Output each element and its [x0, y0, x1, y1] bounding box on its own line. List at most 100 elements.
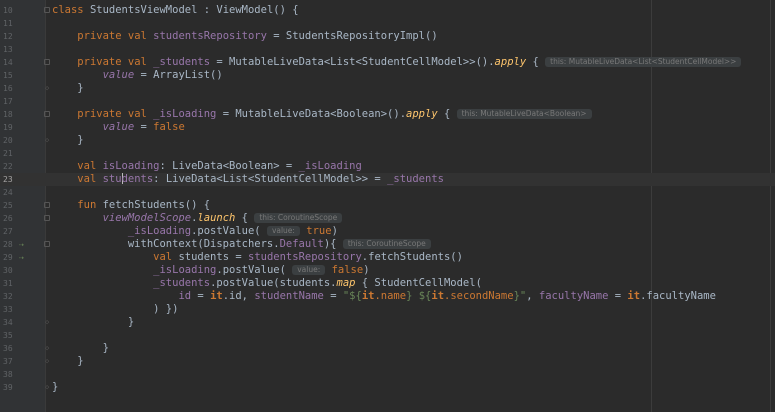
code-text[interactable]: } — [52, 355, 83, 368]
code-line[interactable]: 39 ◇} — [0, 381, 775, 394]
code-line[interactable]: 25 fun fetchStudents() { — [0, 199, 775, 212]
code-text[interactable]: value = ArrayList() — [52, 69, 223, 82]
suspend-call-icon[interactable]: ⇢ — [19, 253, 24, 262]
code-token: withContext(Dispatchers. — [52, 238, 280, 250]
inlay-hint[interactable]: this: CoroutineScope — [342, 239, 431, 249]
code-text[interactable]: _isLoading.postValue( value: false) — [52, 264, 369, 277]
line-number: 22 — [3, 162, 13, 171]
code-token: = MutableLiveData<Boolean>(). — [216, 108, 407, 120]
code-text[interactable]: withContext(Dispatchers.Default){ this: … — [52, 238, 431, 251]
code-text[interactable]: private val _students = MutableLiveData<… — [52, 56, 742, 69]
line-number: 36 — [3, 344, 13, 353]
code-token: _isLoading — [298, 160, 362, 172]
line-number: 13 — [3, 45, 13, 54]
code-text[interactable]: val students: LiveData<List<StudentCellM… — [52, 173, 444, 186]
fold-toggle-icon[interactable] — [44, 111, 50, 117]
fold-end-icon[interactable]: ◇ — [45, 84, 49, 92]
code-text[interactable]: } — [52, 134, 83, 147]
code-line[interactable]: 12 private val studentsRepository = Stud… — [0, 30, 775, 43]
code-text[interactable]: fun fetchStudents() { — [52, 199, 210, 212]
code-text[interactable]: } — [52, 316, 134, 329]
fold-toggle-icon[interactable] — [44, 7, 50, 13]
fold-end-icon[interactable]: ◇ — [45, 136, 49, 144]
code-token: } — [52, 342, 109, 354]
code-text[interactable]: } — [52, 381, 58, 394]
code-line[interactable]: 37 ◇ } — [0, 355, 775, 368]
code-line[interactable]: 32 id = it.id, studentName = "${it.name}… — [0, 290, 775, 303]
code-line[interactable]: 33 ) }) — [0, 303, 775, 316]
fold-end-icon[interactable]: ◇ — [45, 357, 49, 365]
code-token: .id, — [222, 290, 255, 302]
code-line[interactable]: 10 class StudentsViewModel : ViewModel() … — [0, 4, 775, 17]
code-token: students = — [178, 251, 248, 263]
code-line[interactable]: 14 private val _students = MutableLiveDa… — [0, 56, 775, 69]
code-text[interactable]: viewModelScope.launch { this: CoroutineS… — [52, 212, 343, 225]
code-line[interactable]: 18 private val _isLoading = MutableLiveD… — [0, 108, 775, 121]
code-line[interactable]: 11 — [0, 17, 775, 30]
code-text[interactable]: val isLoading: LiveData<Boolean> = _isLo… — [52, 160, 362, 173]
code-line[interactable]: 27 _isLoading.postValue( value: true) — [0, 225, 775, 238]
code-text[interactable]: val students = studentsRepository.fetchS… — [52, 251, 463, 264]
fold-end-icon[interactable]: ◇ — [45, 318, 49, 326]
code-line[interactable]: 35 — [0, 329, 775, 342]
code-token: fun — [77, 199, 103, 211]
code-token: { — [235, 212, 255, 224]
code-token: ) }) — [52, 303, 179, 315]
code-text[interactable]: ) }) — [52, 303, 178, 316]
code-line[interactable]: 20 ◇ } — [0, 134, 775, 147]
code-token: private val — [77, 56, 154, 68]
code-line-current[interactable]: 23 val students: LiveData<List<StudentCe… — [0, 173, 775, 186]
code-token: launch — [197, 212, 236, 224]
fold-toggle-icon[interactable] — [44, 202, 50, 208]
code-line[interactable]: 15 value = ArrayList() — [0, 69, 775, 82]
line-number: 10 — [3, 6, 13, 15]
line-number: 16 — [3, 84, 13, 93]
inlay-hint[interactable]: this: CoroutineScope — [254, 213, 343, 223]
code-line[interactable]: 19 value = false — [0, 121, 775, 134]
code-line[interactable]: 28 ⇢ withContext(Dispatchers.Default){ th… — [0, 238, 775, 251]
code-token: } ${ — [406, 290, 432, 302]
code-token: val — [77, 160, 103, 172]
code-line[interactable]: 34 ◇ } — [0, 316, 775, 329]
suspend-call-icon[interactable]: ⇢ — [19, 240, 24, 249]
code-line[interactable]: 16 ◇ } — [0, 82, 775, 95]
code-line[interactable]: 38 — [0, 368, 775, 381]
line-number: 11 — [3, 19, 13, 28]
code-text[interactable]: _students.postValue(students.map { Stude… — [52, 277, 482, 290]
inlay-hint[interactable]: this: MutableLiveData<List<StudentCellMo… — [545, 57, 742, 67]
code-text[interactable]: } — [52, 82, 83, 95]
line-number: 35 — [3, 331, 13, 340]
code-line[interactable]: 36 ◇ } — [0, 342, 775, 355]
code-line[interactable]: 21 — [0, 147, 775, 160]
code-line[interactable]: 22 val isLoading: LiveData<Boolean> = _i… — [0, 160, 775, 173]
inlay-hint[interactable]: value: — [266, 226, 300, 236]
inlay-hint[interactable]: value: — [292, 265, 326, 275]
code-token: }" — [513, 290, 527, 302]
code-text[interactable]: } — [52, 342, 109, 355]
fold-end-icon[interactable]: ◇ — [45, 344, 49, 352]
fold-toggle-icon[interactable] — [44, 241, 50, 247]
code-text[interactable]: private val studentsRepository = Student… — [52, 30, 437, 43]
code-token: apply — [494, 56, 527, 68]
code-line[interactable]: 17 — [0, 95, 775, 108]
code-line[interactable]: 29 ⇢ val students = studentsRepository.fe… — [0, 251, 775, 264]
line-number: 30 — [3, 266, 13, 275]
code-line[interactable]: 24 — [0, 186, 775, 199]
code-text[interactable]: class StudentsViewModel : ViewModel() { — [52, 4, 299, 17]
code-text[interactable]: private val _isLoading = MutableLiveData… — [52, 108, 592, 121]
inlay-hint[interactable]: this: MutableLiveData<Boolean> — [456, 109, 592, 119]
line-number: 12 — [3, 32, 13, 41]
code-line[interactable]: 31 _students.postValue(students.map { St… — [0, 277, 775, 290]
code-line[interactable]: 30 _isLoading.postValue( value: false) — [0, 264, 775, 277]
code-text[interactable]: value = false — [52, 121, 185, 134]
code-token: private val — [77, 30, 154, 42]
code-line[interactable]: 13 — [0, 43, 775, 56]
fold-end-icon[interactable]: ◇ — [45, 383, 49, 391]
fold-toggle-icon[interactable] — [44, 215, 50, 221]
fold-toggle-icon[interactable] — [44, 59, 50, 65]
code-text[interactable]: _isLoading.postValue( value: true) — [52, 225, 338, 238]
code-text[interactable]: id = it.id, studentName = "${it.name} ${… — [52, 290, 715, 303]
code-line[interactable]: 26 viewModelScope.launch { this: Corouti… — [0, 212, 775, 225]
